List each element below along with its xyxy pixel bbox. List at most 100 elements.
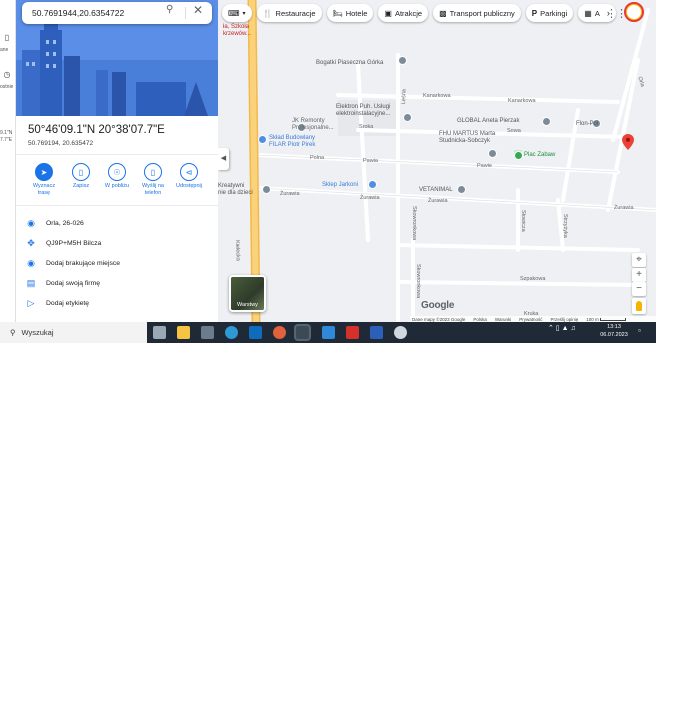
map-label: Skład Budowlany FILAR Piotr Pirek (269, 135, 316, 148)
google-logo: Google (421, 300, 455, 311)
rail-coords-snippet: 9.1"N 7.7"E (0, 130, 13, 143)
footer-feedback-link[interactable]: Prześlij opinię (550, 317, 578, 322)
pharmacy-icon: ▦ (584, 8, 592, 18)
directions-button[interactable]: ➤ Wyznacz trasę (27, 163, 61, 196)
bookmark-icon[interactable]: ▯ (0, 33, 14, 42)
street-label: Pawie (477, 163, 492, 169)
layers-button[interactable]: Warstwy (229, 275, 266, 312)
search-icon[interactable]: ⚲ (166, 4, 173, 15)
add-missing-place-row[interactable]: ◉ Dodaj brakujące miejsce (16, 254, 218, 272)
collapse-panel-button[interactable]: ◀ (218, 148, 229, 170)
chip-label: Parkingi (540, 8, 568, 18)
camera-icon: ▣ (384, 8, 392, 18)
map-canvas[interactable]: ła, Szkoła krzewów... Bogatki Piaseczna … (218, 0, 656, 322)
map-label: Elektron Puh. Usługi elektroinstalacyjne… (336, 104, 391, 117)
apps-grid-icon[interactable]: ⋮⋮ (606, 7, 627, 20)
send-to-phone-button[interactable]: ▯ Wyślij na telefon (136, 163, 170, 196)
chip-hotels[interactable]: 🛏 Hotele (326, 4, 374, 22)
map-label: JK Remonty Profesjonalne... (292, 118, 334, 131)
action-label: Wyznacz trasę (32, 183, 56, 196)
clock[interactable]: 13:13 06.07.2023 (600, 324, 628, 339)
search-icon: ⚲ (10, 328, 16, 337)
chip-label: Atrakcje (394, 8, 423, 18)
scale-line (600, 317, 627, 321)
poi-pin[interactable] (514, 151, 523, 160)
street-label: Leśna (401, 89, 408, 105)
save-button[interactable]: ▯ Zapisz (64, 163, 98, 190)
fork-knife-icon: 🍴 (262, 8, 273, 18)
footer-terms-link[interactable]: Warunki (495, 317, 511, 322)
street-label: Strzyżyka (562, 214, 568, 238)
add-label-text: Dodaj etykietę (46, 299, 90, 307)
rail-label-recent: ostnie (0, 84, 14, 90)
footer-country[interactable]: Polska (473, 317, 487, 322)
avatar[interactable] (624, 2, 644, 22)
search-input[interactable]: 50.7691944,20.6354722 (22, 2, 212, 24)
mail-icon[interactable] (322, 326, 335, 339)
street-view-pegman-icon[interactable] (632, 298, 646, 314)
map-roads (218, 0, 656, 322)
address-row[interactable]: ◉ Orla, 26-026 (16, 214, 218, 232)
zoom-in-button[interactable]: + (632, 268, 646, 282)
zoom-out-button[interactable]: − (632, 282, 646, 296)
system-tray[interactable]: ⌃ ▯ ▲ ♫ (548, 324, 576, 332)
clock-date: 06.07.2023 (600, 331, 628, 338)
task-view-icon[interactable] (153, 326, 166, 339)
poi-pin[interactable] (368, 180, 377, 189)
chip-input-tools[interactable]: ⌨ ▾ (222, 4, 252, 22)
poi-pin[interactable] (457, 185, 466, 194)
my-location-button[interactable]: ⌖ (632, 253, 646, 267)
street-label: Pawia (363, 158, 378, 164)
file-explorer-icon[interactable] (177, 326, 190, 339)
layers-label: Warstwy (237, 302, 258, 308)
poi-pin[interactable] (398, 56, 407, 65)
poi-pin[interactable] (258, 135, 267, 144)
chip-restaurants[interactable]: 🍴 Restauracje (256, 4, 322, 22)
chip-label: Restauracje (275, 8, 316, 18)
map-label: Bogatki Piaseczna Górka (316, 60, 384, 66)
label-icon: ▷ (27, 297, 35, 308)
poi-pin[interactable] (542, 117, 551, 126)
chip-attractions[interactable]: ▣ Atrakcje (378, 4, 429, 22)
phone-icon: ▯ (144, 163, 162, 181)
chip-transport[interactable]: ▩ Transport publiczny (433, 4, 521, 22)
history-icon[interactable]: ◷ (0, 70, 14, 79)
map-label: FHU MARTUS Marta Studnicka-Sobczyk (439, 131, 496, 144)
taskbar-search[interactable]: ⚲ Wyszukaj (0, 322, 147, 343)
map-label: VETANIMAL (419, 187, 453, 193)
outlook-icon[interactable] (249, 326, 262, 339)
footer-privacy-link[interactable]: Prywatność (519, 317, 542, 322)
street-label: Słowicza (520, 210, 526, 232)
plus-code-icon: ✥ (27, 237, 35, 248)
action-label: Zapisz (72, 183, 90, 189)
edge-icon[interactable] (225, 326, 238, 339)
acrobat-icon[interactable] (346, 326, 359, 339)
add-label-row[interactable]: ▷ Dodaj etykietę (16, 294, 218, 312)
street-label: Szpakowa (520, 276, 546, 282)
place-decimal-coords[interactable]: 50.769194, 20.635472 (28, 140, 93, 147)
chip-parking[interactable]: P Parkingi (525, 4, 574, 22)
add-place-text: Dodaj brakujące miejsce (46, 259, 121, 267)
share-button[interactable]: ⊲ Udostępnij (172, 163, 206, 190)
pin-icon: ◉ (27, 217, 35, 228)
store-icon: ▤ (26, 277, 36, 288)
sync-icon[interactable] (394, 326, 407, 339)
add-business-text: Dodaj swoją firmę (46, 279, 101, 287)
chrome-icon[interactable] (296, 326, 309, 339)
nearby-button[interactable]: ☉ W pobliżu (100, 163, 134, 190)
paint-icon[interactable] (273, 326, 286, 339)
poi-pin[interactable] (488, 149, 497, 158)
add-business-row[interactable]: ▤ Dodaj swoją firmę (16, 274, 218, 292)
poi-pin[interactable] (403, 113, 412, 122)
scale-bar[interactable]: 100 m (586, 317, 627, 322)
location-pin-icon[interactable] (622, 134, 634, 150)
plus-code-row[interactable]: ✥ QJ9P+M5H Bilcza (16, 234, 218, 252)
calculator-icon[interactable] (201, 326, 214, 339)
poi-pin[interactable] (262, 185, 271, 194)
street-label: Skowronkowa (411, 206, 417, 241)
notification-icon[interactable]: ▫ (638, 326, 641, 335)
bookmark-icon: ▯ (72, 163, 90, 181)
word-icon[interactable] (370, 326, 383, 339)
close-icon[interactable]: ✕ (193, 3, 203, 17)
category-chips: ⌨ ▾ 🍴 Restauracje 🛏 Hotele ▣ Atrakcje ▩ Trans… (222, 4, 616, 24)
